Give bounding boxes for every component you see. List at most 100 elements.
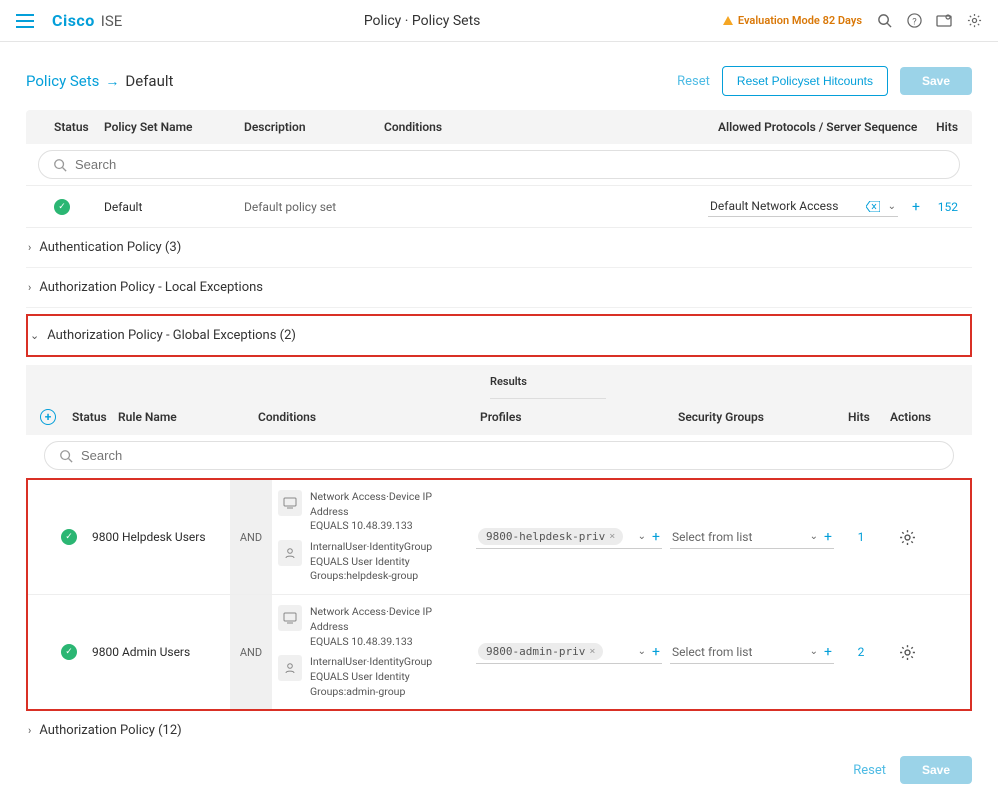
- footer-save-button[interactable]: Save: [900, 756, 972, 784]
- highlighted-rules: 9800 Helpdesk Users AND Network Access·D…: [26, 478, 972, 711]
- highlighted-section-global-exceptions: ⌄ Authorization Policy - Global Exceptio…: [26, 314, 972, 357]
- condition-item[interactable]: Network Access·Device IP AddressEQUALS 1…: [278, 490, 466, 534]
- section-local-exceptions[interactable]: › Authorization Policy - Local Exception…: [26, 268, 972, 308]
- profile-select[interactable]: 9800-admin-priv× ⌄ +: [476, 640, 662, 664]
- security-group-select[interactable]: Select from list ⌄ +: [670, 641, 834, 664]
- add-security-group-icon[interactable]: +: [824, 529, 832, 545]
- condition-attr: Network Access·Device IP Address: [310, 605, 432, 633]
- evaluation-text: Evaluation Mode 82 Days: [738, 14, 862, 27]
- status-enabled-icon: [54, 199, 70, 215]
- allowed-protocols-value: Default Network Access: [710, 199, 858, 213]
- security-group-placeholder: Select from list: [672, 645, 804, 659]
- rule-name: 9800 Admin Users: [92, 595, 230, 709]
- rule-row[interactable]: 9800 Helpdesk Users AND Network Access·D…: [28, 480, 970, 595]
- policyset-header: Status Policy Set Name Description Condi…: [26, 110, 972, 144]
- profile-select[interactable]: 9800-helpdesk-priv× ⌄ +: [476, 525, 662, 549]
- evaluation-badge[interactable]: Evaluation Mode 82 Days: [722, 14, 862, 27]
- and-operator: AND: [230, 480, 272, 594]
- search-icon[interactable]: [876, 13, 892, 29]
- condition-value: EQUALS 10.48.39.133: [310, 519, 413, 532]
- rule-actions-gear-icon[interactable]: [899, 529, 916, 546]
- section-label: Authorization Policy - Local Exceptions: [39, 280, 263, 295]
- chevron-down-icon[interactable]: ⌄: [638, 646, 646, 657]
- header-hits: Hits: [848, 410, 890, 424]
- brand-ise: ISE: [101, 12, 123, 30]
- section-global-exceptions[interactable]: ⌄ Authorization Policy - Global Exceptio…: [28, 316, 970, 355]
- condition-item[interactable]: Network Access·Device IP AddressEQUALS 1…: [278, 605, 466, 649]
- breadcrumb: Policy Sets → Default: [26, 72, 173, 90]
- rule-hits[interactable]: 2: [858, 645, 865, 659]
- status-enabled-icon: [61, 529, 77, 545]
- policyset-hits[interactable]: 152: [928, 200, 958, 214]
- allowed-protocols-select[interactable]: Default Network Access ⌄: [708, 196, 898, 217]
- topbar: Cisco ISE Policy · Policy Sets Evaluatio…: [0, 0, 998, 42]
- search-input[interactable]: [81, 448, 939, 463]
- section-label: Authorization Policy - Global Exceptions…: [47, 328, 296, 343]
- search-input-wrapper[interactable]: [38, 150, 960, 179]
- breadcrumb-current: Default: [125, 72, 173, 90]
- rules-search-row: [26, 435, 972, 476]
- footer-reset-link[interactable]: Reset: [853, 763, 886, 778]
- save-button[interactable]: Save: [900, 67, 972, 95]
- profile-chip[interactable]: 9800-helpdesk-priv×: [478, 528, 623, 545]
- add-rule-button[interactable]: +: [40, 409, 56, 425]
- brand-cisco: Cisco: [52, 11, 95, 30]
- rule-conditions: Network Access·Device IP AddressEQUALS 1…: [272, 595, 472, 709]
- profile-chip[interactable]: 9800-admin-priv×: [478, 643, 603, 660]
- page-title: Policy · Policy Sets: [122, 13, 722, 29]
- status-enabled-icon: [61, 644, 77, 660]
- rule-hits[interactable]: 1: [858, 530, 865, 544]
- header-status: Status: [72, 410, 118, 424]
- add-security-group-icon[interactable]: +: [824, 644, 832, 660]
- chevron-down-icon[interactable]: ⌄: [810, 531, 818, 542]
- breadcrumb-row: Policy Sets → Default Reset Reset Policy…: [26, 66, 972, 96]
- reset-hitcounts-button[interactable]: Reset Policyset Hitcounts: [722, 66, 888, 96]
- chevron-down-icon[interactable]: ⌄: [888, 201, 896, 212]
- condition-value: EQUALS User Identity Groups:helpdesk-gro…: [310, 555, 418, 583]
- settings-icon[interactable]: [966, 13, 982, 29]
- device-icon: [278, 605, 302, 631]
- header-hits: Hits: [918, 120, 958, 134]
- rule-row[interactable]: 9800 Admin Users AND Network Access·Devi…: [28, 595, 970, 709]
- condition-item[interactable]: InternalUser·IdentityGroupEQUALS User Id…: [278, 540, 466, 584]
- remove-chip-icon[interactable]: ×: [589, 646, 595, 657]
- search-input[interactable]: [75, 157, 945, 172]
- chevron-down-icon[interactable]: ⌄: [810, 646, 818, 657]
- content: Policy Sets → Default Reset Reset Policy…: [0, 42, 998, 770]
- brand: Cisco ISE: [52, 11, 122, 30]
- breadcrumb-actions: Reset Reset Policyset Hitcounts Save: [677, 66, 972, 96]
- search-input-wrapper[interactable]: [44, 441, 954, 470]
- user-icon: [278, 540, 302, 566]
- breadcrumb-arrow-icon: →: [105, 73, 119, 90]
- section-label: Authentication Policy (3): [39, 240, 181, 255]
- section-authentication-policy[interactable]: › Authentication Policy (3): [26, 228, 972, 268]
- policyset-default-row[interactable]: Default Default policy set Default Netwo…: [26, 185, 972, 228]
- add-profile-icon[interactable]: +: [652, 644, 660, 660]
- rule-actions-gear-icon[interactable]: [899, 644, 916, 661]
- results-separator: [490, 398, 606, 399]
- breadcrumb-policy-sets[interactable]: Policy Sets: [26, 72, 99, 90]
- add-profile-icon[interactable]: +: [652, 529, 660, 545]
- policyset-description: Default policy set: [244, 200, 384, 214]
- remove-chip-icon[interactable]: ×: [609, 531, 615, 542]
- clear-icon[interactable]: [866, 201, 880, 212]
- header-conditions: Conditions: [258, 410, 480, 424]
- reset-link[interactable]: Reset: [677, 74, 710, 89]
- rule-conditions: Network Access·Device IP AddressEQUALS 1…: [272, 480, 472, 594]
- chevron-down-icon[interactable]: ⌄: [638, 531, 646, 542]
- policyset-name: Default: [104, 200, 244, 214]
- help-icon[interactable]: ?: [906, 13, 922, 29]
- condition-item[interactable]: InternalUser·IdentityGroupEQUALS User Id…: [278, 655, 466, 699]
- add-allowed-button[interactable]: +: [912, 199, 920, 215]
- condition-attr: Network Access·Device IP Address: [310, 490, 432, 518]
- security-group-placeholder: Select from list: [672, 530, 804, 544]
- header-allowed: Allowed Protocols / Server Sequence: [718, 120, 918, 134]
- notification-icon[interactable]: [936, 13, 952, 29]
- section-authorization-policy[interactable]: › Authorization Policy (12): [26, 711, 972, 750]
- header-security-groups: Security Groups: [678, 410, 848, 424]
- hamburger-menu-icon[interactable]: [16, 14, 34, 28]
- security-group-select[interactable]: Select from list ⌄ +: [670, 526, 834, 549]
- header-actions: Actions: [890, 410, 940, 424]
- and-operator: AND: [230, 595, 272, 709]
- condition-attr: InternalUser·IdentityGroup: [310, 655, 432, 668]
